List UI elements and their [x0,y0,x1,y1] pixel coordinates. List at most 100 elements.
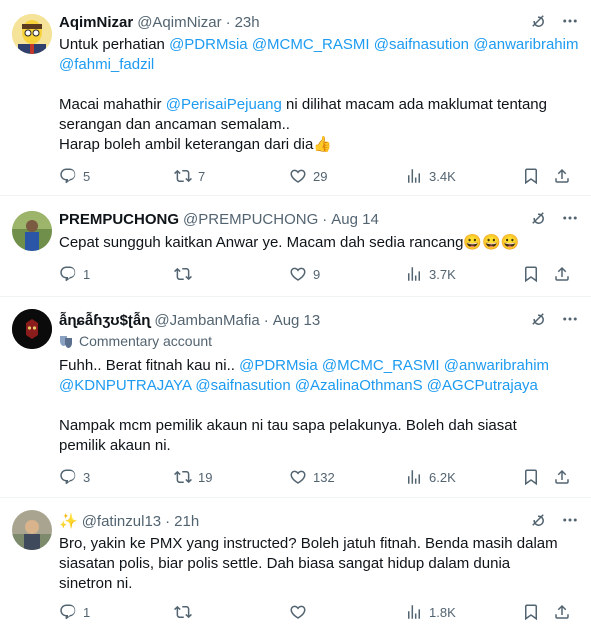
grok-icon[interactable] [529,209,547,227]
user-handle[interactable]: @JambanMafia [154,312,259,329]
user-handle[interactable]: @AqimNizar [137,14,221,31]
tweet-text-line: Cepat sungguh kaitkan Anwar ye. Macam da… [59,233,575,253]
mention-link[interactable]: @fahmi_fadzil [59,56,154,73]
timestamp[interactable]: Aug 13 [273,312,321,329]
tweet-text-line: Harap boleh ambil keterangan dari dia👍 [59,135,575,155]
mention-link[interactable]: @KDNPUTRAJAYA [59,377,191,394]
tweet-4[interactable]: ✨ @fatinzul13 · 21h Bro, yakin ke PMX ya… [0,499,591,632]
header-icons [529,511,579,529]
tweet-2[interactable]: PREMPUCHONG @PREMPUCHONG · Aug 14 Cepat … [0,197,591,297]
retweet-count: 19 [198,469,213,485]
mention-link[interactable]: @MCMC_RASMI [252,36,370,53]
avatar-image [12,14,52,54]
reply-button[interactable]: 5 [59,167,90,185]
retweet-icon [174,468,192,486]
retweet-button[interactable] [174,265,198,283]
tweet-text-segment: ni dilihat macam ada maklumat tentang [281,96,547,113]
header-icons [529,310,579,328]
share-button[interactable] [553,468,571,486]
more-icon[interactable] [561,310,579,328]
user-handle[interactable]: @PREMPUCHONG [183,211,318,228]
share-button[interactable] [553,167,571,185]
avatar-image [12,211,52,251]
tweet-text-line: Untuk perhatian @PDRMsia @MCMC_RASMI @sa… [59,35,578,55]
tweet-text-segment: pemilik akaun ni. [59,437,171,454]
tweet-text-segment: Nampak mcm pemilik akaun ni tau sapa pel… [59,417,517,434]
bookmark-button[interactable] [522,265,540,283]
tweet-text-line: Bro, yakin ke PMX yang instructed? Boleh… [59,534,575,554]
mention-link[interactable]: @anwaribrahim [444,357,549,374]
like-count: 132 [313,469,335,485]
timestamp[interactable]: 21h [174,513,199,530]
display-name[interactable]: ✨ [59,512,78,530]
views-button[interactable]: 1.8K [405,603,456,621]
retweet-button[interactable] [174,603,198,621]
mention-link[interactable]: @MCMC_RASMI [322,357,440,374]
tweet-header: ✨ @fatinzul13 · 21h [59,511,579,531]
tweet-header: ẫɳɕẫɦʒʊ$ʈẫɳ @JambanMafia · Aug 13 [59,310,579,330]
bookmark-button[interactable] [522,603,540,621]
timestamp[interactable]: 23h [235,14,260,31]
tweet-text: Cepat sungguh kaitkan Anwar ye. Macam da… [59,233,575,253]
views-button[interactable]: 3.4K [405,167,456,185]
views-button[interactable]: 3.7K [405,265,456,283]
avatar[interactable] [12,510,52,550]
views-button[interactable]: 6.2K [405,468,456,486]
like-count: 9 [313,266,321,282]
avatar[interactable] [12,14,52,54]
like-button[interactable] [289,603,313,621]
views-icon [405,265,423,283]
mention-link[interactable]: @AzalinaOthmanS [295,377,423,394]
tweet-text-line: sinetron ni. [59,574,575,594]
bookmark-button[interactable] [522,167,540,185]
views-count: 3.4K [429,168,456,184]
display-name[interactable]: ẫɳɕẫɦʒʊ$ʈẫɳ [59,312,150,329]
reply-icon [59,603,77,621]
bookmark-button[interactable] [522,468,540,486]
grok-icon[interactable] [529,12,547,30]
like-button[interactable]: 9 [289,265,320,283]
mention-link[interactable]: @PerisaiPejuang [166,96,282,113]
tweet-actions: 1 1.8K [59,603,577,623]
mention-link[interactable]: @anwaribrahim [473,36,578,53]
more-icon[interactable] [561,511,579,529]
mention-link[interactable]: @saifnasution [195,377,290,394]
mention-link[interactable]: @PDRMsia [239,357,318,374]
display-name[interactable]: PREMPUCHONG [59,211,179,228]
tweet-3[interactable]: ẫɳɕẫɦʒʊ$ʈẫɳ @JambanMafia · Aug 13 Commen… [0,298,591,498]
account-label: Commentary account [59,333,212,349]
tweet-text-line: @KDNPUTRAJAYA @saifnasution @AzalinaOthm… [59,376,575,396]
grok-icon[interactable] [529,511,547,529]
more-icon[interactable] [561,209,579,227]
reply-button[interactable]: 1 [59,603,90,621]
share-button[interactable] [553,603,571,621]
reply-button[interactable]: 1 [59,265,90,283]
avatar[interactable] [12,211,52,251]
mention-link[interactable]: @PDRMsia [169,36,248,53]
grok-icon[interactable] [529,310,547,328]
retweet-button[interactable]: 19 [174,468,212,486]
retweet-button[interactable]: 7 [174,167,205,185]
reply-icon [59,468,77,486]
separator-dot: · [322,210,328,228]
tweet-text: Bro, yakin ke PMX yang instructed? Boleh… [59,534,575,594]
display-name[interactable]: AqimNizar [59,14,133,31]
mention-link[interactable]: @AGCPutrajaya [427,377,538,394]
mention-link[interactable]: @saifnasution [374,36,469,53]
header-icons [529,12,579,30]
user-handle[interactable]: @fatinzul13 [82,513,161,530]
avatar[interactable] [12,309,52,349]
tweet-text-segment: Untuk perhatian [59,36,170,53]
share-button[interactable] [553,265,571,283]
tweet-1[interactable]: AqimNizar @AqimNizar · 23h Untuk perhati… [0,0,591,196]
theater-masks-icon [60,336,72,348]
timestamp[interactable]: Aug 14 [331,211,379,228]
more-icon[interactable] [561,12,579,30]
tweet-text-segment: Cepat sungguh kaitkan Anwar ye. Macam da… [59,234,520,251]
reply-button[interactable]: 3 [59,468,90,486]
share-icon [553,265,571,283]
like-button[interactable]: 29 [289,167,327,185]
reply-count: 5 [83,168,91,184]
like-button[interactable]: 132 [289,468,335,486]
share-icon [553,603,571,621]
